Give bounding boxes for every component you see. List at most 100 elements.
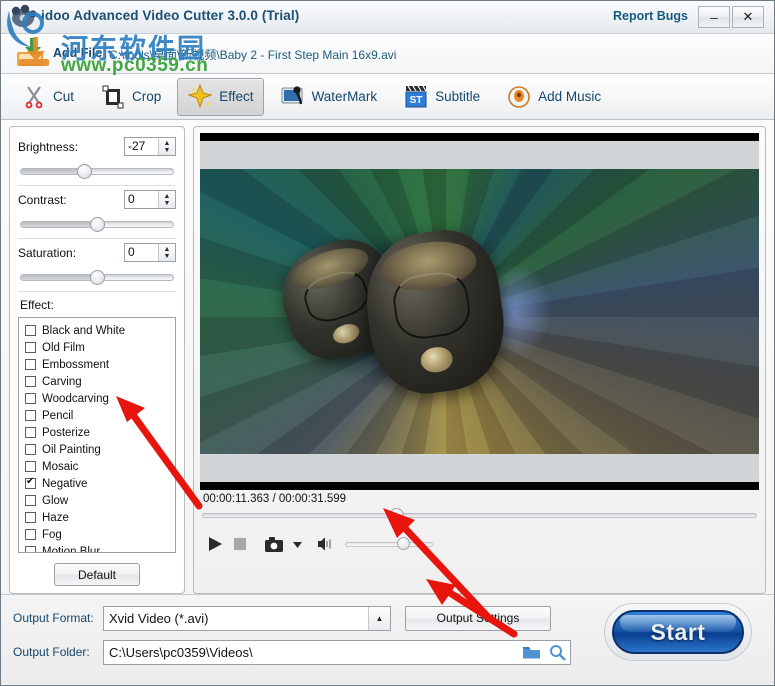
brightness-stepper[interactable]: -27 ▲ ▼ — [124, 137, 176, 156]
brightness-slider[interactable] — [18, 163, 176, 179]
contrast-stepper[interactable]: 0 ▲ ▼ — [124, 190, 176, 209]
add-file-bar: Add File C:\tools\桌面\新视频\Baby 2 - First … — [1, 34, 774, 74]
saturation-slider[interactable] — [18, 269, 176, 285]
default-button[interactable]: Default — [54, 563, 140, 586]
effect-label-motion-blur: Motion Blur — [42, 545, 101, 553]
effect-item-woodcarving[interactable]: Woodcarving — [25, 390, 175, 407]
brightness-thumb[interactable] — [77, 164, 93, 179]
brightness-group: Brightness: -27 ▲ ▼ — [18, 133, 176, 186]
checkbox-pencil[interactable] — [25, 410, 36, 421]
timecode-display: 00:00:11.363 / 00:00:31.599 — [203, 493, 347, 505]
start-button[interactable]: Start — [604, 603, 752, 661]
effect-item-motion-blur[interactable]: Motion Blur — [25, 543, 175, 553]
effect-item-oil-painting[interactable]: Oil Painting — [25, 441, 175, 458]
checkbox-embossment[interactable] — [25, 359, 36, 370]
effect-label-woodcarving: Woodcarving — [42, 392, 109, 405]
tab-subtitle-label: Subtitle — [435, 89, 481, 104]
title-bar: idoo Advanced Video Cutter 3.0.0 (Trial)… — [1, 1, 774, 34]
saturation-arrows[interactable]: ▲ ▼ — [158, 244, 175, 261]
tab-add-music-label: Add Music — [538, 89, 602, 104]
baby-shoe-front — [357, 223, 513, 400]
output-folder-value: C:\Users\pc0359\Videos\ — [109, 644, 253, 660]
output-settings-button[interactable]: Output Settings — [405, 605, 551, 631]
saturation-thumb[interactable] — [90, 270, 105, 285]
search-icon[interactable] — [544, 644, 570, 661]
start-button-inner: Start — [612, 610, 744, 654]
start-button-label: Start — [650, 618, 706, 645]
play-icon[interactable] — [206, 535, 224, 553]
effect-item-glow[interactable]: Glow — [25, 492, 175, 509]
effect-item-old-film[interactable]: Old Film — [25, 339, 175, 356]
contrast-thumb[interactable] — [90, 217, 105, 232]
letterbox-top — [200, 141, 759, 169]
shoe-charm-front — [418, 344, 454, 375]
checkbox-oil-painting[interactable] — [25, 444, 36, 455]
tab-add-music[interactable]: Add Music — [496, 78, 611, 116]
folder-icon[interactable] — [518, 645, 544, 660]
effect-label-posterize: Posterize — [42, 426, 90, 439]
checkbox-woodcarving[interactable] — [25, 393, 36, 404]
checkbox-black-and-white[interactable] — [25, 325, 36, 336]
snapshot-dropdown-icon[interactable] — [292, 539, 303, 550]
tab-effect-label: Effect — [219, 89, 254, 104]
output-folder-label: Output Folder: — [13, 645, 90, 659]
effect-checkbox-list[interactable]: Black and White Old Film Embossment Carv… — [18, 317, 176, 553]
video-preview[interactable] — [200, 133, 759, 490]
main-body: Brightness: -27 ▲ ▼ Contrast: 0 ▲ ▼ Satu… — [1, 120, 774, 594]
checkbox-posterize[interactable] — [25, 427, 36, 438]
preview-panel: 00:00:11.363 / 00:00:31.599 — [193, 126, 766, 594]
effect-item-haze[interactable]: Haze — [25, 509, 175, 526]
close-button[interactable]: ✕ — [732, 6, 764, 28]
stop-icon[interactable] — [232, 536, 248, 552]
effect-item-carving[interactable]: Carving — [25, 373, 175, 390]
volume-icon[interactable] — [317, 536, 335, 552]
application-window: idoo Advanced Video Cutter 3.0.0 (Trial)… — [0, 0, 775, 686]
contrast-slider[interactable] — [18, 216, 176, 232]
window-title: idoo Advanced Video Cutter 3.0.0 (Trial) — [41, 8, 300, 23]
effect-item-embossment[interactable]: Embossment — [25, 356, 175, 373]
effect-item-fog[interactable]: Fog — [25, 526, 175, 543]
checkbox-motion-blur[interactable] — [25, 546, 36, 552]
output-folder-field[interactable]: C:\Users\pc0359\Videos\ — [103, 639, 571, 665]
volume-slider[interactable] — [345, 537, 433, 551]
tab-subtitle[interactable]: ST Subtitle — [393, 78, 490, 116]
output-format-combo[interactable]: Xvid Video (*.avi) ▲ — [103, 605, 391, 631]
contrast-arrows[interactable]: ▲ ▼ — [158, 191, 175, 208]
snapshot-icon[interactable] — [264, 536, 284, 553]
checkbox-mosaic[interactable] — [25, 461, 36, 472]
effect-label-haze: Haze — [42, 511, 69, 524]
effect-item-pencil[interactable]: Pencil — [25, 407, 175, 424]
seek-slider[interactable] — [202, 507, 757, 523]
default-button-container: Default — [18, 553, 176, 586]
add-file-icon[interactable] — [13, 36, 49, 72]
saturation-stepper[interactable]: 0 ▲ ▼ — [124, 243, 176, 262]
seek-thumb[interactable] — [389, 508, 405, 523]
effect-item-black-and-white[interactable]: Black and White — [25, 322, 175, 339]
chevron-up-icon[interactable]: ▲ — [368, 606, 390, 630]
tab-cut-label: Cut — [53, 89, 75, 104]
volume-track — [345, 542, 433, 547]
shoe-charm-back — [330, 321, 362, 347]
checkbox-carving[interactable] — [25, 376, 36, 387]
report-bugs-link[interactable]: Report Bugs — [613, 9, 688, 23]
checkbox-haze[interactable] — [25, 512, 36, 523]
saturation-value: 0 — [125, 244, 158, 261]
brightness-arrows[interactable]: ▲ ▼ — [158, 138, 175, 155]
brightness-value: -27 — [125, 138, 158, 155]
effect-label-carving: Carving — [42, 375, 82, 388]
tab-effect[interactable]: Effect — [177, 77, 264, 116]
effect-item-posterize[interactable]: Posterize — [25, 424, 175, 441]
minimize-button[interactable]: – — [698, 6, 730, 28]
checkbox-glow[interactable] — [25, 495, 36, 506]
volume-thumb[interactable] — [397, 537, 411, 550]
effect-item-mosaic[interactable]: Mosaic — [25, 458, 175, 475]
effect-item-negative[interactable]: Negative — [25, 475, 175, 492]
tab-watermark[interactable]: WaterMark — [270, 78, 388, 116]
crop-icon — [102, 85, 124, 108]
checkbox-fog[interactable] — [25, 529, 36, 540]
tab-crop[interactable]: Crop — [90, 78, 171, 116]
checkbox-old-film[interactable] — [25, 342, 36, 353]
add-file-label[interactable]: Add File — [53, 46, 102, 60]
tab-cut[interactable]: Cut — [11, 78, 84, 116]
checkbox-negative[interactable] — [25, 476, 36, 489]
